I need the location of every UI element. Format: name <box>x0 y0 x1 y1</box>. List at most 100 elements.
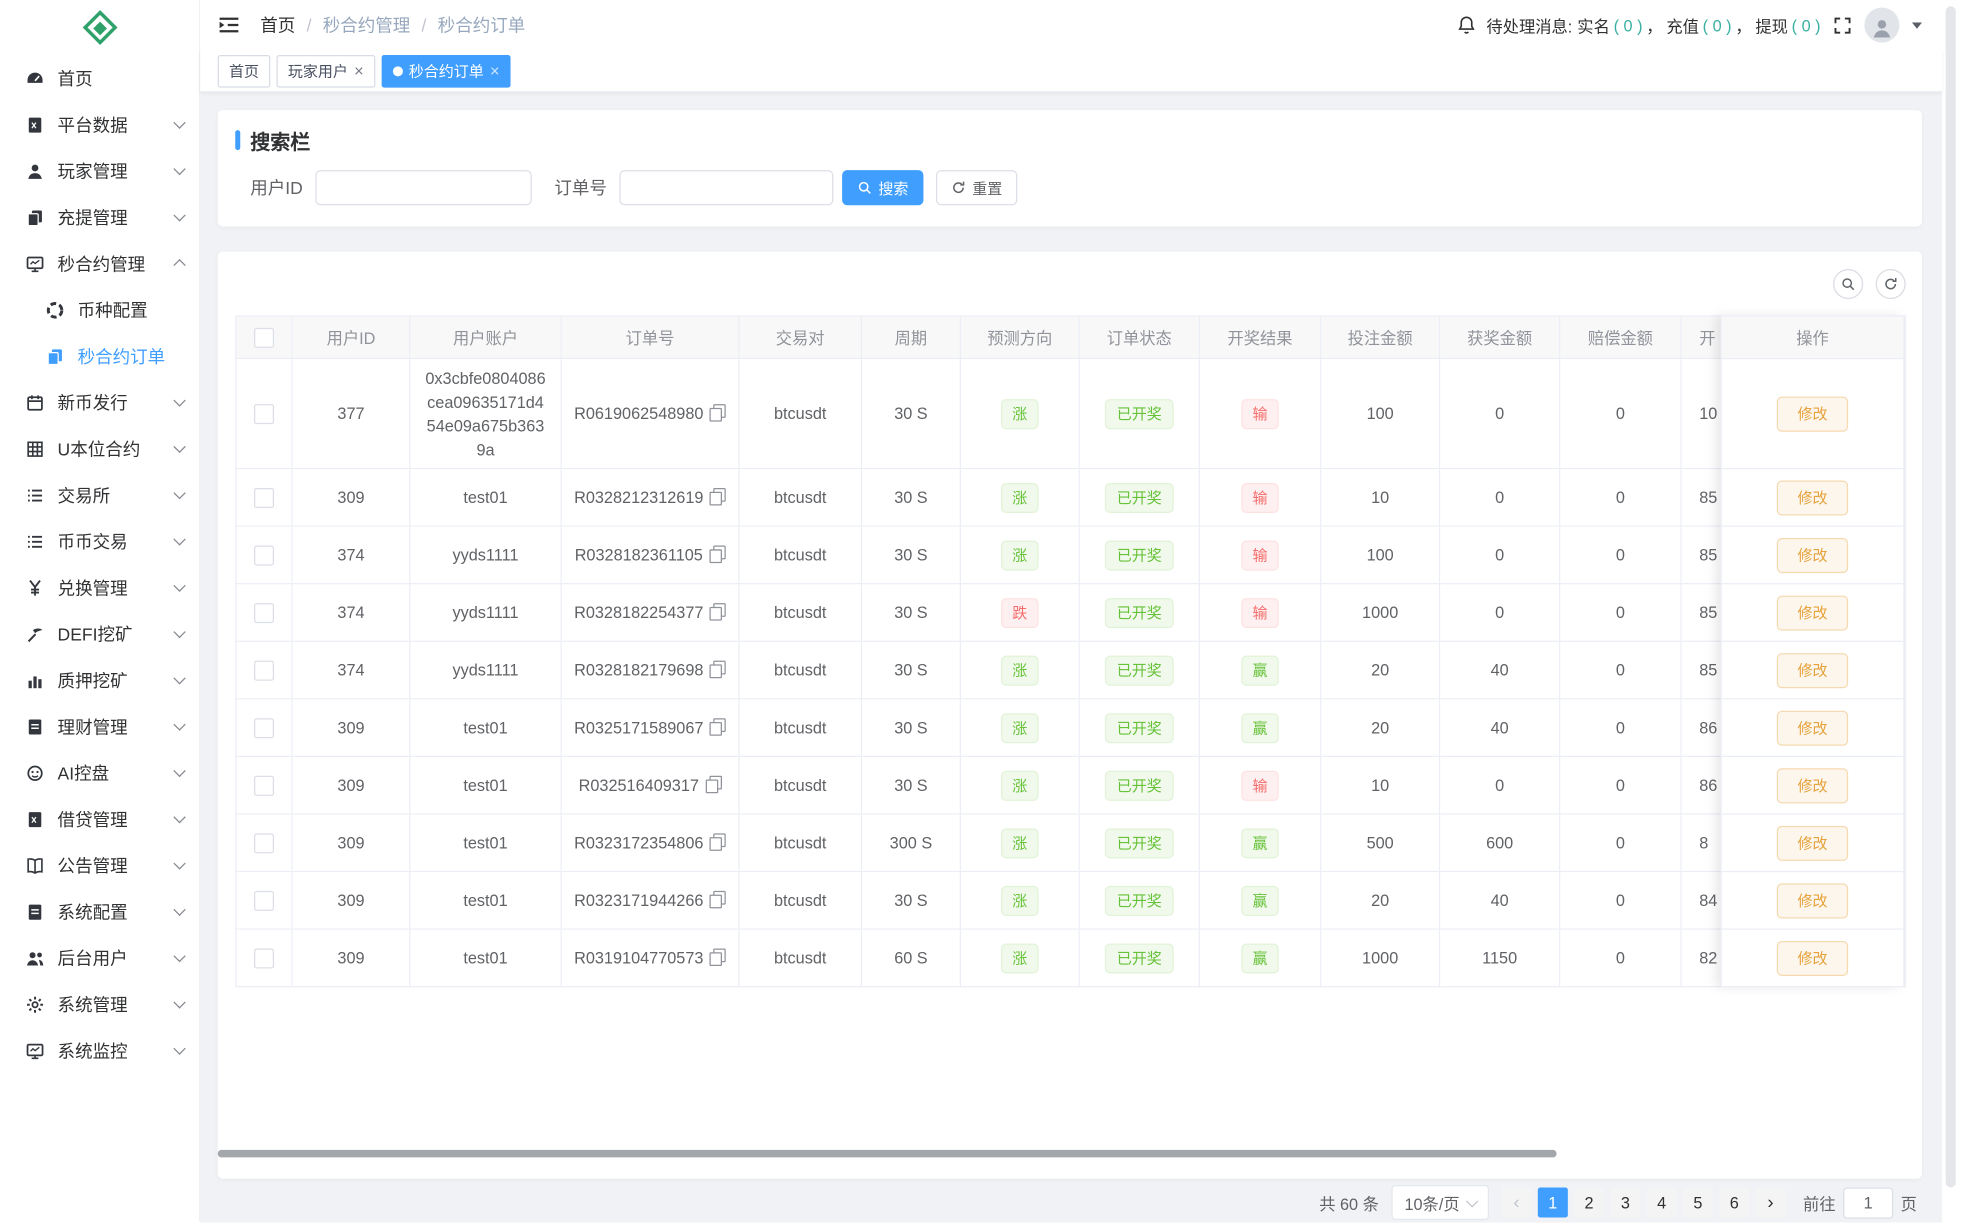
row-checkbox[interactable] <box>254 776 274 796</box>
sidebar-item-coin-trade[interactable]: 币币交易 <box>0 518 199 564</box>
close-icon[interactable]: × <box>490 63 500 79</box>
edit-button[interactable]: 修改 <box>1777 595 1847 630</box>
prev-page-button[interactable]: ‹ <box>1501 1187 1531 1217</box>
page-button-5[interactable]: 5 <box>1683 1187 1713 1217</box>
copy-icon[interactable] <box>710 404 726 422</box>
bell-icon[interactable] <box>1456 15 1476 35</box>
edit-button[interactable]: 修改 <box>1777 710 1847 745</box>
cell-status: 已开奖 <box>1080 359 1200 469</box>
cell-account: yyds1111 <box>410 642 561 700</box>
edit-button[interactable]: 修改 <box>1777 653 1847 688</box>
tab-sec-contract-orders[interactable]: 秒合约订单 × <box>381 54 511 87</box>
copy-icon[interactable] <box>710 661 726 679</box>
breadcrumb-home[interactable]: 首页 <box>260 13 295 38</box>
cell-user-id: 309 <box>293 872 411 930</box>
sidebar-item-sec-contract-orders[interactable]: 秒合约订单 <box>0 333 199 379</box>
page-button-6[interactable]: 6 <box>1719 1187 1749 1217</box>
sidebar-item-sys-monitor[interactable]: 系统监控 <box>0 1027 199 1073</box>
search-button[interactable]: 搜索 <box>842 170 923 205</box>
sidebar-item-sec-contract-mgmt[interactable]: 秒合约管理 <box>0 240 199 286</box>
table-row: 374yyds1111R0328182179698btcusdt30 S涨已开奖… <box>236 642 1905 700</box>
sidebar-item-platform-data[interactable]: 平台数据 <box>0 101 199 147</box>
sidebar-item-player-mgmt[interactable]: 玩家管理 <box>0 148 199 194</box>
page-button-2[interactable]: 2 <box>1574 1187 1604 1217</box>
edit-button[interactable]: 修改 <box>1777 940 1847 975</box>
sidebar-item-coin-config[interactable]: 币种配置 <box>0 287 199 333</box>
user-menu-caret-icon[interactable] <box>1912 22 1922 28</box>
avatar[interactable] <box>1864 8 1899 43</box>
sidebar-item-back-users[interactable]: 后台用户 <box>0 935 199 981</box>
close-icon[interactable]: × <box>354 63 364 79</box>
copy-icon[interactable] <box>710 891 726 909</box>
sidebar-item-new-coin[interactable]: 新币发行 <box>0 379 199 425</box>
search-form: 用户ID 订单号 搜索 重置 <box>235 170 1904 205</box>
order-no-text: R0328182254377 <box>574 603 703 622</box>
result-tag: 赢 <box>1241 828 1279 858</box>
row-checkbox[interactable] <box>254 833 274 853</box>
page-button-3[interactable]: 3 <box>1610 1187 1640 1217</box>
direction-tag: 涨 <box>1001 540 1039 570</box>
sidebar-item-announcement-mgmt[interactable]: 公告管理 <box>0 842 199 888</box>
edit-button[interactable]: 修改 <box>1777 396 1847 431</box>
cell-pair: btcusdt <box>740 930 863 988</box>
page-button-4[interactable]: 4 <box>1647 1187 1677 1217</box>
cell-pair: btcusdt <box>740 699 863 757</box>
sidebar-item-staking-mining[interactable]: 质押挖矿 <box>0 657 199 703</box>
page-button-1[interactable]: 1 <box>1538 1187 1568 1217</box>
copy-icon[interactable] <box>710 833 726 851</box>
edit-button[interactable]: 修改 <box>1777 537 1847 572</box>
goto-page-input[interactable] <box>1843 1187 1893 1218</box>
sidebar-item-lending-mgmt[interactable]: 借贷管理 <box>0 796 199 842</box>
header-checkbox[interactable] <box>254 328 274 348</box>
sidebar-item-exchange[interactable]: 交易所 <box>0 472 199 518</box>
row-checkbox[interactable] <box>254 488 274 508</box>
sidebar-item-recharge-mgmt[interactable]: 充提管理 <box>0 194 199 240</box>
copy-icon[interactable] <box>710 948 726 966</box>
copy-icon[interactable] <box>705 776 721 794</box>
tab-label: 秒合约订单 <box>409 60 484 81</box>
sidebar-item-ai-control[interactable]: AI控盘 <box>0 750 199 796</box>
cell-pair: btcusdt <box>740 359 863 469</box>
row-checkbox[interactable] <box>254 660 274 680</box>
page-size-select[interactable]: 10条/页 <box>1391 1185 1489 1220</box>
copy-icon[interactable] <box>710 603 726 621</box>
tab-home[interactable]: 首页 <box>218 54 271 87</box>
sidebar-collapse-icon[interactable] <box>218 15 241 35</box>
sidebar-item-wealth-mgmt[interactable]: 理财管理 <box>0 703 199 749</box>
direction-tag: 涨 <box>1001 943 1039 973</box>
copy-icon[interactable] <box>710 488 726 506</box>
sidebar-item-sys-config[interactable]: 系统配置 <box>0 888 199 934</box>
order-no-input[interactable] <box>619 170 833 205</box>
edit-button[interactable]: 修改 <box>1777 825 1847 860</box>
sidebar-item-u-contract[interactable]: U本位合约 <box>0 425 199 471</box>
copy-icon[interactable] <box>710 718 726 736</box>
reset-button[interactable]: 重置 <box>936 170 1017 205</box>
edit-button[interactable]: 修改 <box>1777 480 1847 515</box>
sidebar-item-defi-mining[interactable]: DEFI挖矿 <box>0 611 199 657</box>
edit-button[interactable]: 修改 <box>1777 768 1847 803</box>
sidebar-item-home[interactable]: 首页 <box>0 55 199 101</box>
refresh-table-button[interactable] <box>1876 269 1906 299</box>
copy-icon[interactable] <box>709 546 725 564</box>
tab-player-users[interactable]: 玩家用户× <box>277 54 375 87</box>
horizontal-scrollbar[interactable] <box>218 1150 1557 1158</box>
fullscreen-icon[interactable] <box>1833 16 1852 35</box>
sidebar-item-sys-mgmt[interactable]: 系统管理 <box>0 981 199 1027</box>
vertical-scrollbar[interactable] <box>1946 6 1956 1187</box>
next-page-button[interactable]: › <box>1756 1187 1786 1217</box>
user-id-input[interactable] <box>315 170 531 205</box>
row-checkbox[interactable] <box>254 718 274 738</box>
search-icon <box>857 180 872 195</box>
sidebar-item-swap-mgmt[interactable]: 兑换管理 <box>0 564 199 610</box>
row-checkbox[interactable] <box>254 545 274 565</box>
row-checkbox[interactable] <box>254 404 274 424</box>
result-tag: 赢 <box>1241 655 1279 685</box>
active-tab-dot <box>392 66 402 76</box>
cell-order-no: R0323171944266 <box>562 872 740 930</box>
row-checkbox[interactable] <box>254 603 274 623</box>
row-checkbox[interactable] <box>254 948 274 968</box>
toggle-search-button[interactable] <box>1833 269 1863 299</box>
edit-button[interactable]: 修改 <box>1777 883 1847 918</box>
row-checkbox[interactable] <box>254 891 274 911</box>
cell-period: 60 S <box>862 930 961 988</box>
